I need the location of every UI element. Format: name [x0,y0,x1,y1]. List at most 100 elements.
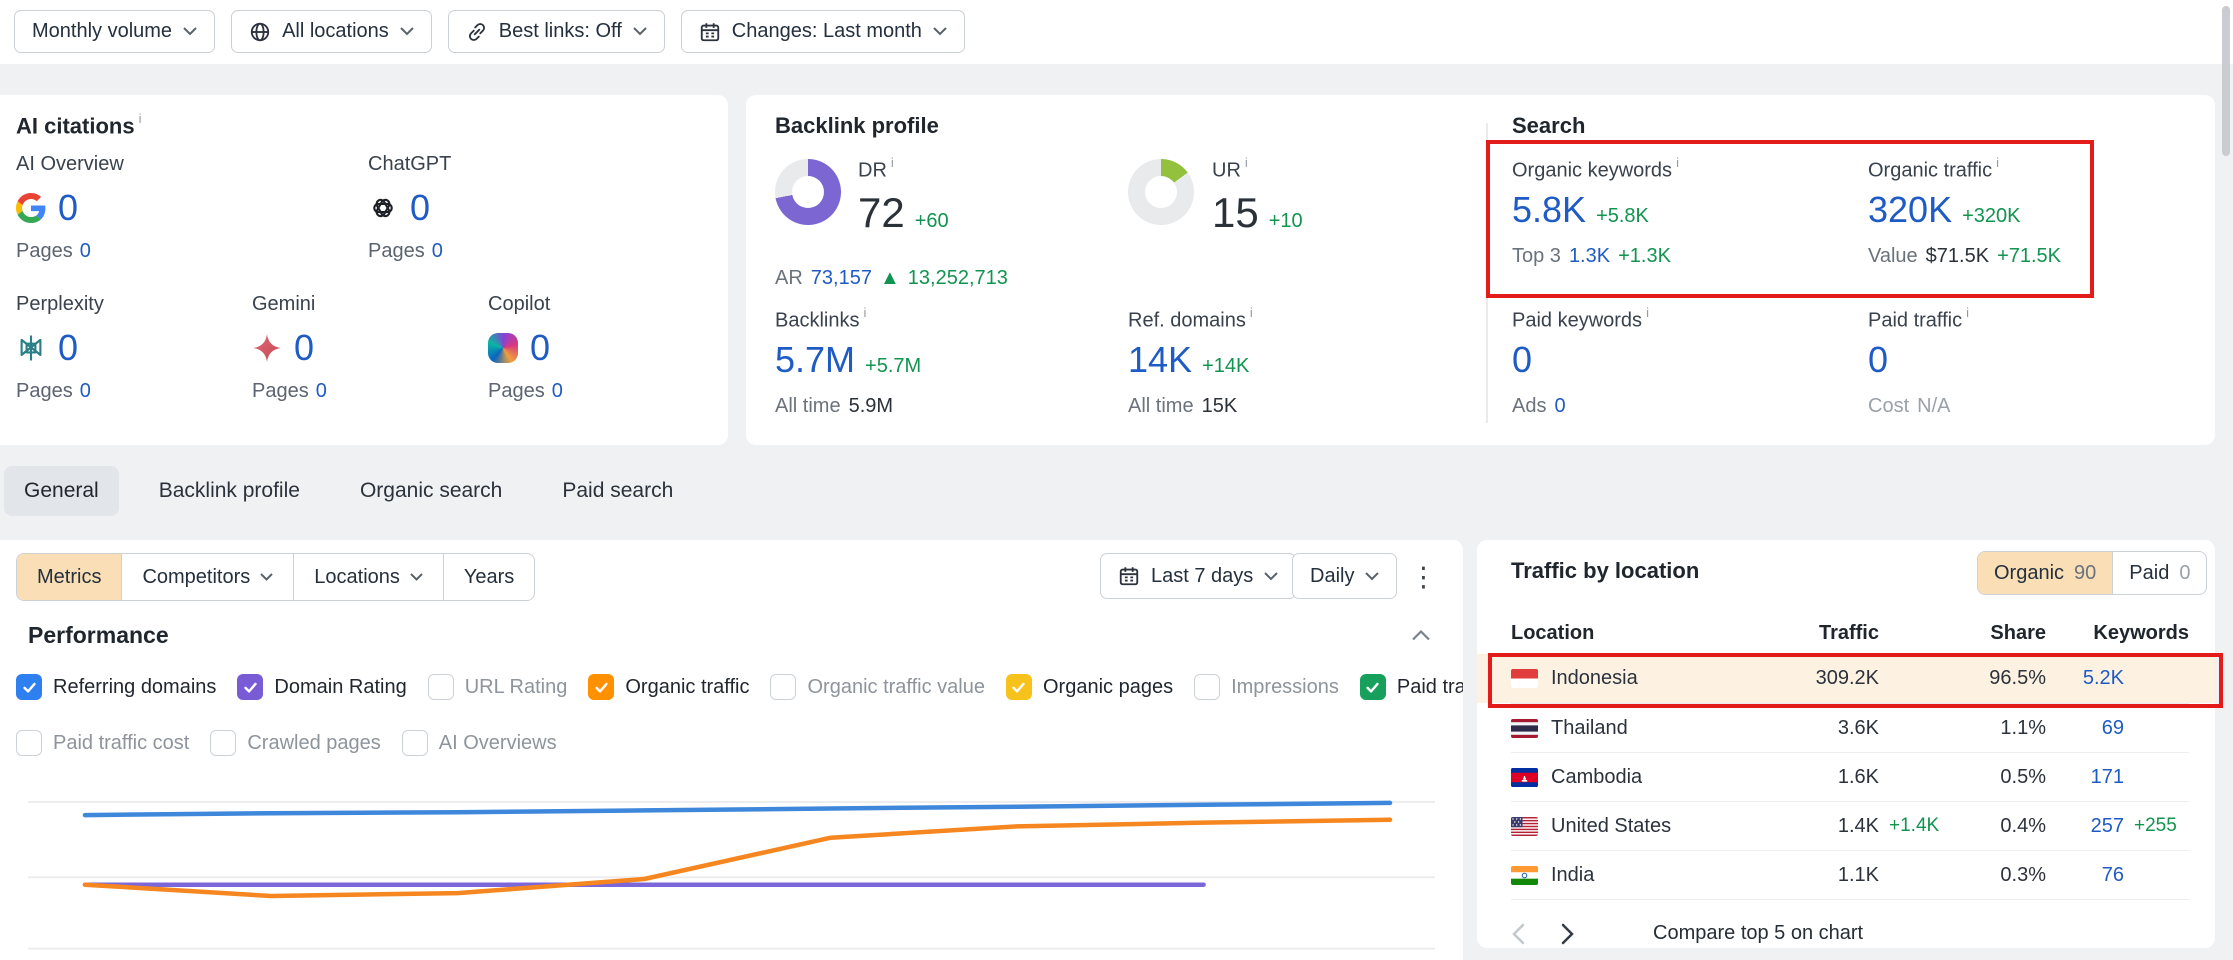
toggle-paid[interactable]: Paid0 [2112,552,2206,594]
organic-paid-toggle: Organic90 Paid0 [1977,551,2207,595]
traffic-row-thailand[interactable]: Thailand3.6K1.1%69 [1511,703,2189,752]
paid-traffic-metric: Paid traffici 0 CostN/A [1868,307,1969,418]
info-icon[interactable]: i [1646,305,1649,320]
flag-us-icon [1511,817,1538,836]
keywords-link[interactable]: 171 [2046,766,2124,789]
seo-overview-dashboard: Monthly volume All locations Best links:… [0,0,2233,960]
metric-checkbox-domain-rating[interactable]: Domain Rating [237,674,406,700]
metric-checkbox-paid-traffic[interactable]: Paid traffic [1360,674,1463,700]
tab-organic-search[interactable]: Organic search [340,466,522,516]
chevron-down-icon [410,573,423,581]
location-cell: Indonesia [1511,667,1749,690]
pages-count-link[interactable]: 0 [80,240,91,262]
chatgpt-icon [368,193,398,223]
info-icon[interactable]: i [139,111,142,126]
gemini-count-link[interactable]: 0 [294,327,314,369]
info-icon[interactable]: i [1676,155,1679,170]
chart-view-segments: Metrics Competitors Locations Years [16,553,535,601]
metric-checkbox-referring-domains[interactable]: Referring domains [16,674,216,700]
compare-top5-action[interactable]: Compare top 5 on chart [1653,922,1863,945]
locations-filter[interactable]: All locations [231,10,432,53]
keywords-link[interactable]: 5.2K [2046,667,2124,690]
ar-value-link[interactable]: 73,157 [811,267,872,289]
tab-paid-search[interactable]: Paid search [542,466,693,516]
traffic-row-cambodia[interactable]: Cambodia1.6K0.5%171 [1511,752,2189,801]
metric-checkbox-url-rating[interactable]: URL Rating [428,674,568,700]
checkbox-icon [402,730,428,756]
collapse-chevron-up-icon[interactable] [1412,630,1430,641]
checkbox-icon [237,674,263,700]
metric-checkbox-organic-traffic[interactable]: Organic traffic [588,674,749,700]
volume-mode-filter[interactable]: Monthly volume [14,10,215,53]
metric-checkbox-organic-traffic-value[interactable]: Organic traffic value [770,674,985,700]
chatgpt-count-link[interactable]: 0 [410,187,430,229]
organic-keywords-value-link[interactable]: 5.8K [1512,189,1586,231]
best-links-filter[interactable]: Best links: Off [448,10,665,53]
ai-overview-count-link[interactable]: 0 [58,187,78,229]
paid-traffic-value-link[interactable]: 0 [1868,339,1888,381]
ai-item-copilot: Copilot 0 Pages0 [488,293,563,403]
traffic-table-footer: Compare top 5 on chart [1511,922,2189,945]
metric-checkbox-paid-traffic-cost[interactable]: Paid traffic cost [16,730,189,756]
metric-checkbox-impressions[interactable]: Impressions [1194,674,1339,700]
keywords-link[interactable]: 76 [2046,864,2124,887]
metric-checkbox-crawled-pages[interactable]: Crawled pages [210,730,380,756]
ref-domains-value-link[interactable]: 14K [1128,339,1192,381]
filter-label: Monthly volume [32,20,172,43]
location-cell: India [1511,864,1749,887]
segment-metrics[interactable]: Metrics [17,554,121,600]
traffic-row-indonesia[interactable]: Indonesia309.2K96.5%5.2K [1511,654,2189,703]
keywords-link[interactable]: 257 [2046,815,2124,838]
granularity-selector[interactable]: Daily [1292,553,1397,599]
copilot-count-link[interactable]: 0 [530,327,550,369]
traffic-row-india[interactable]: India1.1K0.3%76 [1511,850,2189,899]
section-tabs: General Backlink profile Organic search … [4,466,693,516]
metric-label: Organic pages [1043,676,1173,699]
next-page-icon[interactable] [1561,923,1575,945]
pages-count-link[interactable]: 0 [80,380,91,402]
ads-count-link[interactable]: 0 [1554,395,1565,417]
info-icon[interactable]: i [891,155,894,170]
info-icon[interactable]: i [1996,155,1999,170]
metric-label: Organic traffic [625,676,749,699]
organic-traffic-value-link[interactable]: 320K [1868,189,1952,231]
paid-keywords-value-link[interactable]: 0 [1512,339,1532,381]
metric-checkbox-ai-overviews[interactable]: AI Overviews [402,730,557,756]
location-name: Cambodia [1551,766,1642,789]
col-share: Share [1951,622,2046,645]
date-range-selector[interactable]: Last 7 days [1100,553,1296,599]
toggle-organic[interactable]: Organic90 [1978,552,2112,594]
changes-period-filter[interactable]: Changes: Last month [681,10,965,53]
backlinks-value-link[interactable]: 5.7M [775,339,855,381]
info-icon[interactable]: i [1966,305,1969,320]
pages-count-link[interactable]: 0 [432,240,443,262]
chevron-down-icon [633,27,647,36]
ai-citations-card: AI citationsi AI Overview 0 Pages0 ChatG… [0,95,728,445]
traffic-row-united-states[interactable]: United States1.4K+1.4K0.4%257+255 [1511,801,2189,850]
vertical-scrollbar-thumb[interactable] [2222,6,2230,156]
gemini-icon [252,333,282,363]
info-icon[interactable]: i [863,305,866,320]
share-value: 1.1% [1951,717,2046,740]
perplexity-count-link[interactable]: 0 [58,327,78,369]
location-name: Thailand [1551,717,1628,740]
keywords-link[interactable]: 69 [2046,717,2124,740]
prev-page-icon[interactable] [1511,923,1525,945]
metric-label: Organic traffic value [807,676,985,699]
more-options-kebab-icon[interactable]: ⋮ [1410,564,1437,591]
info-icon[interactable]: i [1250,305,1253,320]
pages-count-link[interactable]: 0 [316,380,327,402]
info-icon[interactable]: i [1245,155,1248,170]
top3-value-link[interactable]: 1.3K [1569,245,1610,267]
pages-count-link[interactable]: 0 [552,380,563,402]
tab-general[interactable]: General [4,466,119,516]
segment-years[interactable]: Years [443,554,534,600]
metric-checkbox-organic-pages[interactable]: Organic pages [1006,674,1173,700]
segment-competitors[interactable]: Competitors [121,554,293,600]
chevron-down-icon [933,27,947,36]
segment-locations[interactable]: Locations [293,554,443,600]
ur-delta: +10 [1269,210,1303,233]
tab-backlink-profile[interactable]: Backlink profile [139,466,320,516]
checkbox-icon [16,730,42,756]
metric-label: URL Rating [465,676,568,699]
